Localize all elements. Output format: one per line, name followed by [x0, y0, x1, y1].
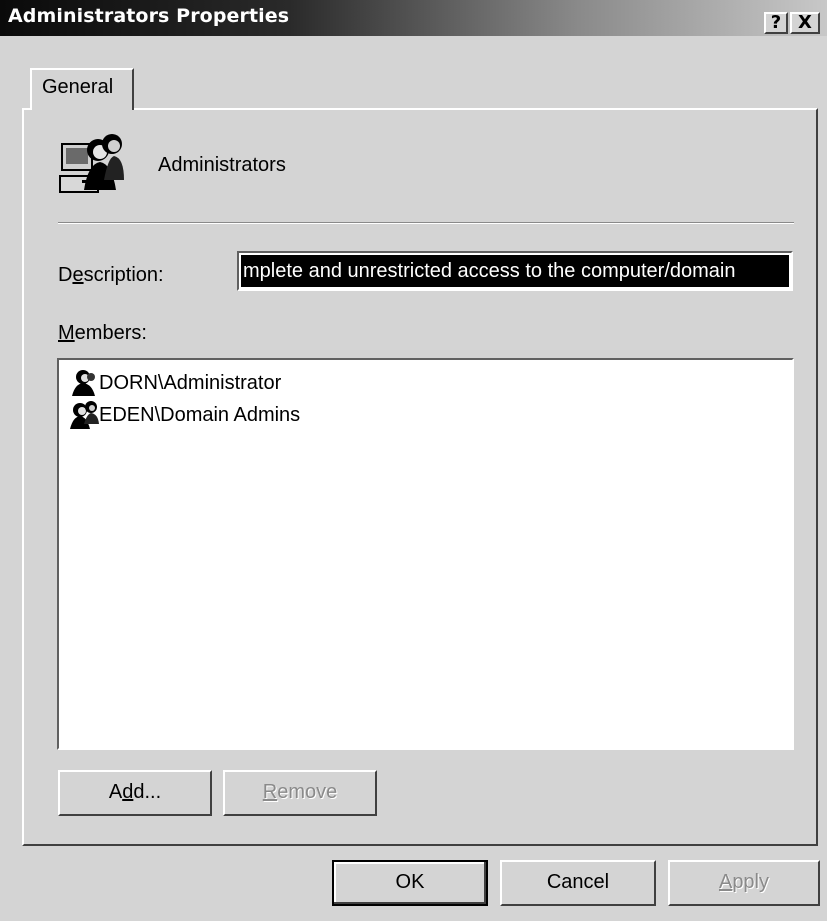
group-icon: [59, 134, 124, 193]
description-value: mplete and unrestricted access to the co…: [241, 255, 789, 287]
remove-button[interactable]: Remove: [223, 770, 377, 816]
members-label: Members:: [58, 322, 147, 344]
member-name: DORN\Administrator: [99, 371, 282, 394]
help-button[interactable]: ?: [764, 12, 788, 34]
apply-button[interactable]: Apply: [668, 860, 820, 906]
tab-general-label: General: [42, 76, 114, 98]
window-title: Administrators Properties: [8, 5, 290, 27]
list-item[interactable]: EDEN\Domain Admins: [69, 400, 300, 430]
group-icon: [70, 401, 99, 429]
divider: [58, 222, 794, 224]
title-bar[interactable]: Administrators Properties ? X: [0, 0, 827, 36]
group-name: Administrators: [158, 154, 286, 176]
tab-general[interactable]: General: [30, 68, 134, 110]
list-item[interactable]: DORN\Administrator: [69, 368, 281, 398]
member-name: EDEN\Domain Admins: [99, 403, 301, 426]
properties-dialog: Administrators Properties ? X General Ad…: [0, 0, 827, 921]
description-label: Description:: [58, 264, 164, 286]
close-button[interactable]: X: [790, 12, 820, 34]
members-list[interactable]: DORN\Administrator EDEN\Domain Admins: [57, 358, 794, 750]
ok-button[interactable]: OK: [332, 860, 488, 906]
description-field[interactable]: mplete and unrestricted access to the co…: [237, 251, 793, 291]
user-icon: [72, 370, 95, 396]
add-button[interactable]: Add...: [58, 770, 212, 816]
cancel-button[interactable]: Cancel: [500, 860, 656, 906]
